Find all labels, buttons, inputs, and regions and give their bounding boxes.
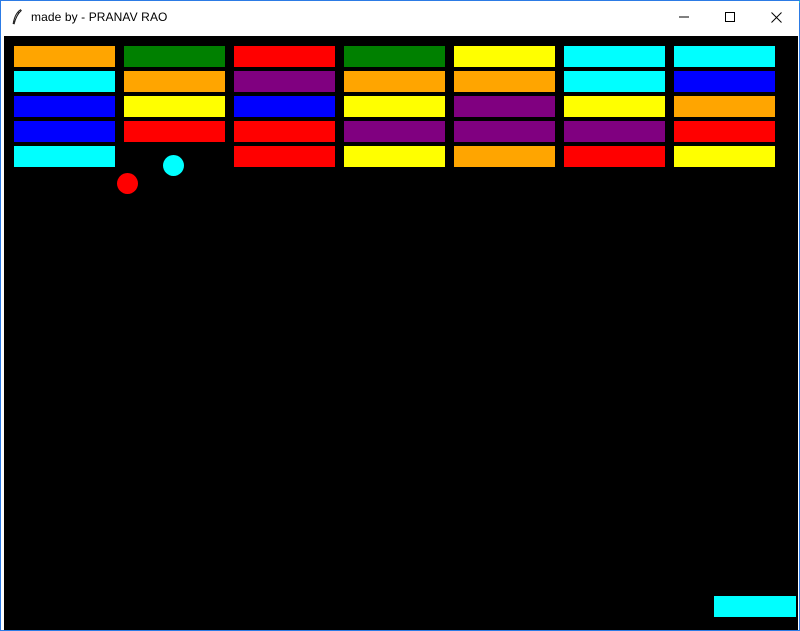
brick [674,121,775,142]
brick [234,121,335,142]
brick [564,46,665,67]
paddle[interactable] [714,596,796,617]
brick [674,46,775,67]
brick [14,121,115,142]
brick [564,96,665,117]
brick [344,71,445,92]
maximize-button[interactable] [707,1,753,33]
brick [14,96,115,117]
brick [454,71,555,92]
brick [14,46,115,67]
brick [234,71,335,92]
maximize-icon [725,12,735,22]
brick [234,146,335,167]
game-canvas[interactable] [4,36,798,630]
brick [674,71,775,92]
brick [124,71,225,92]
brick [674,146,775,167]
brick [344,146,445,167]
brick [564,146,665,167]
brick [14,146,115,167]
window-title: made by - PRANAV RAO [31,10,168,24]
brick [124,46,225,67]
brick [344,46,445,67]
brick [674,96,775,117]
ball [117,173,138,194]
brick [454,146,555,167]
brick [234,96,335,117]
title-bar[interactable]: made by - PRANAV RAO [1,1,799,33]
brick [14,71,115,92]
brick [344,96,445,117]
brick [564,121,665,142]
app-window: made by - PRANAV RAO [0,0,800,631]
brick [124,96,225,117]
brick [564,71,665,92]
brick [454,121,555,142]
close-icon [770,11,782,23]
minimize-icon [679,16,689,18]
brick [454,46,555,67]
minimize-button[interactable] [661,1,707,33]
ball [163,155,184,176]
brick [234,46,335,67]
feather-icon [10,9,24,25]
brick [344,121,445,142]
brick [124,121,225,142]
brick [454,96,555,117]
window-controls [661,1,799,33]
close-button[interactable] [753,1,799,33]
